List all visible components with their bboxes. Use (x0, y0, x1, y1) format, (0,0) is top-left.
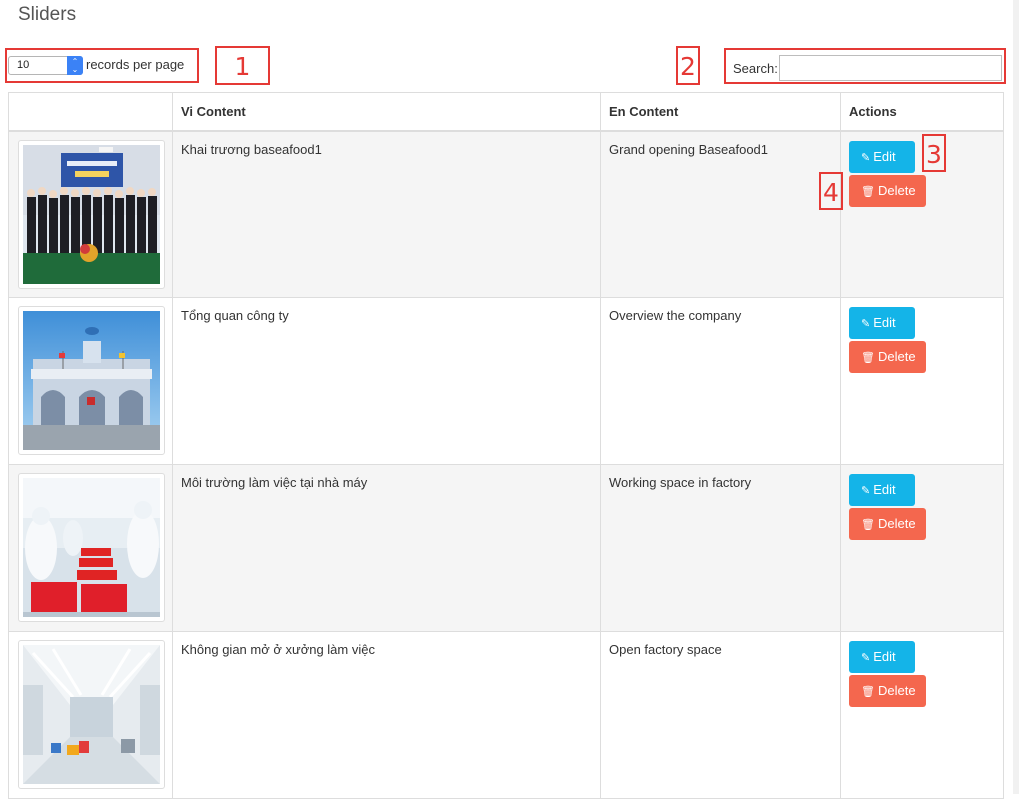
vi-content-cell: Không gian mở ở xưởng làm việc (172, 631, 601, 799)
sliders-table: Vi Content En Content Actions Khai trươn… (8, 92, 1004, 799)
en-content-cell: Working space in factory (600, 464, 841, 632)
edit-button[interactable]: ✎ Edit (849, 474, 915, 506)
select-arrows-icon: ⌃ ⌄ (67, 56, 83, 75)
vi-content-cell: Tổng quan công ty (172, 297, 601, 465)
edit-button[interactable]: ✎ Edit (849, 140, 915, 173)
delete-label: Delete (877, 683, 916, 698)
slider-thumbnail (18, 473, 165, 622)
slider-thumbnail (18, 640, 165, 789)
trash-icon: 🗑 (861, 185, 875, 198)
table-row: Môi trường làm việc tại nhà máy Working … (8, 464, 1004, 632)
image-cell (8, 130, 173, 298)
pencil-square-icon: ✎ (861, 151, 871, 164)
edit-label: Edit (873, 482, 896, 497)
vi-content-cell: Môi trường làm việc tại nhà máy (172, 464, 601, 632)
delete-label: Delete (877, 516, 916, 531)
edit-button[interactable]: ✎ Edit (849, 641, 915, 673)
page-title: Sliders (18, 4, 77, 25)
search-input[interactable] (779, 55, 1002, 81)
pencil-square-icon: ✎ (861, 652, 871, 664)
column-header-vi-content[interactable]: Vi Content (172, 92, 601, 132)
records-per-page-label: records per page (86, 57, 185, 72)
edit-button[interactable]: ✎ Edit (849, 307, 915, 339)
edit-label: Edit (873, 649, 896, 664)
records-per-page-value: 10 (17, 59, 30, 71)
table-header-row: Vi Content En Content Actions (8, 92, 1004, 132)
en-content-cell: Open factory space (600, 631, 841, 799)
pencil-square-icon: ✎ (861, 318, 871, 330)
factory-hall-photo (23, 645, 160, 784)
delete-button[interactable]: 🗑 Delete (849, 508, 926, 540)
slider-thumbnail (18, 306, 165, 455)
table-row: Không gian mở ở xưởng làm việc Open fact… (8, 631, 1004, 799)
image-cell (8, 464, 173, 632)
actions-cell: ✎ Edit 🗑 Delete (840, 631, 1004, 799)
trash-icon: 🗑 (861, 519, 875, 531)
trash-icon: 🗑 (861, 352, 875, 364)
search-label: Search: (733, 61, 778, 76)
delete-button[interactable]: 🗑 Delete (849, 174, 926, 207)
table-row: Tổng quan công ty Overview the company ✎… (8, 297, 1004, 465)
annotation-marker-1: 1 (215, 46, 270, 85)
edit-label: Edit (873, 315, 896, 330)
actions-cell: ✎ Edit 🗑 Delete (840, 297, 1004, 465)
delete-label: Delete (877, 182, 916, 198)
processing-line-photo (23, 478, 160, 617)
annotation-marker-2: 2 (676, 46, 700, 85)
factory-building-photo (23, 311, 160, 450)
column-header-image[interactable] (8, 92, 173, 132)
opening-ceremony-photo (23, 144, 160, 284)
table-row: Khai trương baseafood1 Grand opening Bas… (8, 130, 1004, 298)
trash-icon: 🗑 (861, 686, 875, 698)
annotation-marker-4: 4 (819, 172, 843, 210)
delete-label: Delete (877, 349, 916, 364)
delete-button[interactable]: 🗑 Delete (849, 341, 926, 373)
column-header-en-content[interactable]: En Content (600, 92, 841, 132)
image-cell (8, 297, 173, 465)
delete-button[interactable]: 🗑 Delete (849, 675, 926, 707)
slider-thumbnail (18, 139, 165, 289)
pencil-square-icon: ✎ (861, 485, 871, 497)
edit-label: Edit (873, 148, 896, 164)
vi-content-cell: Khai trương baseafood1 (172, 130, 601, 298)
page-scrollbar[interactable] (1013, 0, 1019, 794)
en-content-cell: Overview the company (600, 297, 841, 465)
column-header-actions[interactable]: Actions (840, 92, 1004, 132)
actions-cell: ✎ Edit 🗑 Delete (840, 464, 1004, 632)
records-per-page-select[interactable]: 10 ⌃ ⌄ (8, 56, 83, 75)
image-cell (8, 631, 173, 799)
annotation-marker-3: 3 (922, 134, 946, 172)
en-content-cell: Grand opening Baseafood1 (600, 130, 841, 298)
